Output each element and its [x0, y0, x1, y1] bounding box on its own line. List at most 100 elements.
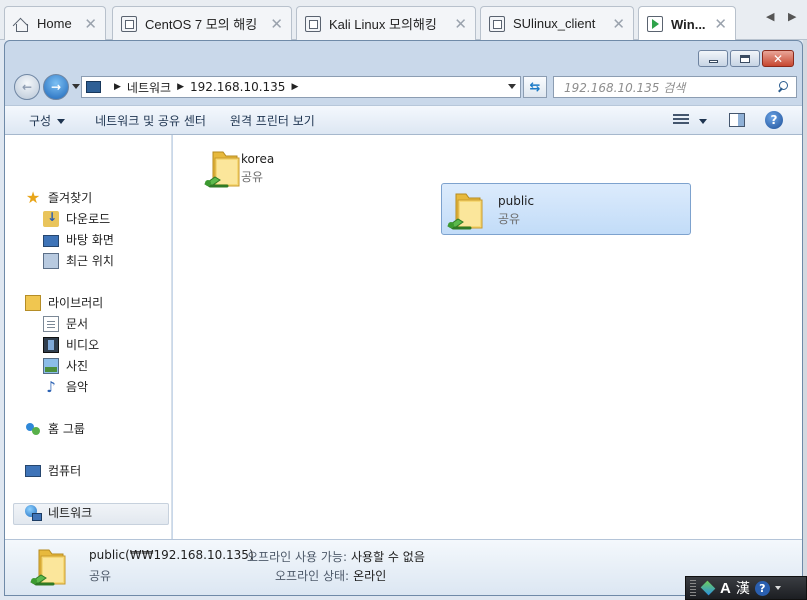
nav-item-desktop[interactable]: 바탕 화면 — [43, 231, 114, 248]
downloads-folder-icon — [43, 210, 59, 227]
command-bar: 구성 네트워크 및 공유 센터 원격 프린터 보기 ? — [5, 105, 802, 135]
chevron-right-icon[interactable]: ▶ — [177, 82, 184, 92]
star-icon: ★ — [25, 187, 41, 207]
offline-availability-label: 오프라인 사용 가능: — [247, 550, 347, 564]
share-item-public[interactable]: public 공유 — [441, 183, 691, 235]
drag-handle[interactable] — [690, 580, 696, 596]
chevron-down-icon[interactable] — [508, 84, 516, 89]
maximize-icon — [740, 54, 750, 63]
vm-tab-icon — [489, 15, 505, 32]
back-button[interactable]: ← — [14, 74, 40, 100]
tab-scroll-right-icon[interactable]: ▶ — [788, 10, 796, 23]
help-icon[interactable]: ? — [765, 111, 783, 129]
tab-centos[interactable]: CentOS 7 모의 해킹 ✕ — [112, 6, 292, 40]
nav-item-pictures[interactable]: 사진 — [43, 357, 88, 374]
preview-pane-icon[interactable] — [729, 113, 745, 127]
picture-icon — [43, 357, 59, 374]
details-pane: public(₩₩192.168.10.135) 공유 오프라인 사용 가능: 사… — [5, 539, 802, 595]
nav-label: 다운로드 — [66, 212, 111, 226]
close-icon[interactable]: ✕ — [84, 15, 97, 33]
search-input[interactable]: 192.168.10.135 검색 — [553, 76, 797, 98]
offline-availability: 오프라인 사용 가능: 사용할 수 없음 — [247, 548, 425, 565]
library-icon — [25, 294, 41, 311]
tab-windows[interactable]: Win... ✕ — [638, 6, 736, 41]
close-icon[interactable]: ✕ — [714, 15, 727, 33]
nav-label: 네트워크 — [48, 506, 93, 520]
hanja-button[interactable]: 漢 — [736, 578, 750, 598]
tab-sulinux[interactable]: SUlinux_client ✕ — [480, 6, 634, 40]
breadcrumb-network[interactable]: 네트워크 — [127, 79, 171, 96]
nav-item-documents[interactable]: 문서 — [43, 315, 88, 332]
tab-home[interactable]: Home ✕ — [4, 6, 106, 40]
vm-tab-icon — [121, 15, 137, 32]
nav-item-computer[interactable]: 컴퓨터 — [25, 462, 81, 479]
window-controls: ✕ — [698, 50, 794, 67]
ime-icon[interactable] — [700, 580, 716, 596]
organize-button[interactable]: 구성 — [5, 112, 79, 129]
homegroup-icon — [25, 421, 41, 437]
video-icon — [43, 336, 59, 353]
close-icon[interactable]: ✕ — [270, 15, 283, 33]
address-bar[interactable]: ▶ 네트워크 ▶ 192.168.10.135 ▶ — [81, 76, 521, 98]
network-sharing-center-button[interactable]: 네트워크 및 공유 센터 — [79, 112, 220, 129]
forward-button[interactable]: → — [43, 74, 69, 100]
share-item-korea[interactable]: korea 공유 — [185, 142, 435, 194]
nav-label: 라이브러리 — [48, 296, 104, 310]
nav-item-libraries[interactable]: 라이브러리 — [25, 294, 103, 311]
outer-scrollbar[interactable] — [803, 40, 807, 600]
details-name: public(₩₩192.168.10.135) — [89, 548, 254, 562]
refresh-icon: ⇆ — [529, 79, 541, 95]
nav-label: 즐겨찾기 — [48, 191, 93, 205]
chevron-right-icon[interactable]: ▶ — [114, 82, 121, 92]
tab-scroll-left-icon[interactable]: ◀ — [766, 10, 774, 23]
nav-item-homegroup[interactable]: 홈 그룹 — [25, 420, 85, 437]
navigation-bar: ← → ▶ 네트워크 ▶ 192.168.10.135 ▶ ⇆ 192.168.… — [5, 71, 802, 105]
nav-item-videos[interactable]: 비디오 — [43, 336, 99, 353]
desktop-icon — [43, 234, 59, 247]
tab-label: CentOS 7 모의 해킹 — [145, 17, 258, 32]
details-type: 공유 — [89, 569, 112, 583]
help-icon[interactable]: ? — [754, 580, 770, 596]
view-options-icon[interactable] — [673, 114, 689, 128]
nav-item-music[interactable]: ♪ 음악 — [43, 378, 88, 395]
tab-strip: Home ✕ CentOS 7 모의 해킹 ✕ Kali Linux 모의해킹 … — [0, 0, 807, 41]
recent-pages-dropdown[interactable] — [72, 84, 80, 89]
nav-item-recent[interactable]: 최근 위치 — [43, 252, 114, 269]
file-list: korea 공유 public 공유 — [173, 135, 802, 539]
chevron-right-icon[interactable]: ▶ — [291, 82, 298, 92]
chevron-down-icon[interactable] — [774, 586, 781, 590]
breadcrumb-host[interactable]: 192.168.10.135 — [190, 80, 285, 94]
nav-item-downloads[interactable]: 다운로드 — [43, 210, 110, 227]
offline-status-label: 오프라인 상태: — [275, 569, 350, 583]
nav-item-favorites[interactable]: ★ 즐겨찾기 — [25, 189, 92, 206]
tab-kali[interactable]: Kali Linux 모의해킹 ✕ — [296, 6, 476, 40]
share-name: korea — [241, 152, 275, 166]
input-mode-toggle[interactable]: A — [720, 580, 731, 597]
nav-label: 컴퓨터 — [48, 464, 82, 478]
minimize-button[interactable] — [698, 50, 728, 67]
explorer-window: ✕ ← → ▶ 네트워크 ▶ 192.168.10.135 ▶ ⇆ 192.16… — [4, 40, 803, 596]
computer-icon — [25, 465, 41, 477]
recent-places-icon — [43, 252, 59, 269]
maximize-button[interactable] — [730, 50, 760, 67]
arrow-right-icon: → — [50, 80, 62, 94]
refresh-button[interactable]: ⇆ — [523, 76, 547, 98]
share-type: 공유 — [498, 212, 521, 226]
close-icon[interactable]: ✕ — [612, 15, 625, 33]
nav-label: 사진 — [66, 359, 89, 373]
close-button[interactable]: ✕ — [762, 50, 794, 67]
nav-item-network[interactable]: 네트워크 — [25, 504, 92, 521]
close-icon[interactable]: ✕ — [454, 15, 467, 33]
view-remote-printers-button[interactable]: 원격 프린터 보기 — [220, 112, 329, 129]
search-icon[interactable] — [776, 80, 790, 94]
network-icon — [25, 504, 42, 521]
shared-folder-icon — [447, 193, 483, 230]
vm-running-icon — [647, 16, 663, 32]
close-icon: ✕ — [772, 51, 784, 66]
organize-label: 구성 — [29, 113, 52, 128]
chevron-down-icon[interactable] — [699, 119, 707, 124]
share-type: 공유 — [241, 170, 264, 184]
vm-tab-icon — [305, 15, 321, 32]
chevron-down-icon — [57, 118, 66, 124]
document-icon — [43, 315, 59, 332]
